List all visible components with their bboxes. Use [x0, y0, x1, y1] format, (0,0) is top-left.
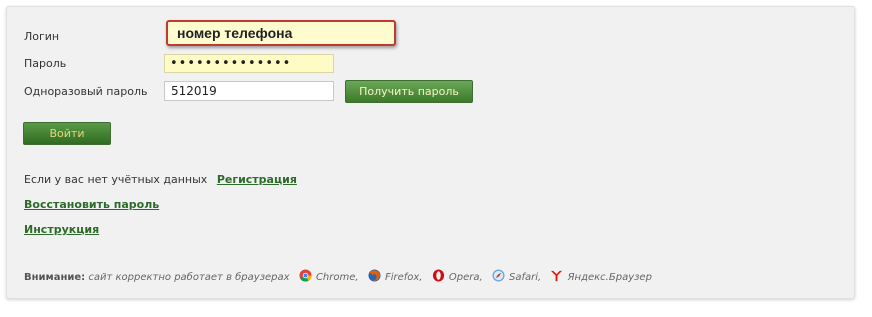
browser-opera: Opera,	[448, 272, 483, 283]
opera-icon	[432, 269, 444, 282]
firefox-icon	[368, 269, 381, 282]
notice-text: сайт корректно работает в браузерах	[88, 272, 290, 283]
browser-notice: Внимание: сайт корректно работает в брау…	[24, 269, 652, 283]
chrome-icon	[299, 269, 312, 282]
no-account-text: Если у вас нет учётных данных	[24, 173, 208, 186]
register-link[interactable]: Регистрация	[217, 173, 297, 186]
safari-icon	[492, 269, 505, 282]
yandex-browser-icon	[551, 270, 563, 282]
register-row: Если у вас нет учётных данных Регистраци…	[24, 173, 297, 186]
get-password-button[interactable]: Получить пароль	[345, 80, 473, 103]
browser-yandex: Яндекс.Браузер	[567, 272, 652, 283]
login-input[interactable]	[166, 20, 396, 46]
password-label: Пароль	[24, 57, 67, 70]
login-label: Логин	[24, 30, 60, 43]
otp-label: Одноразовый пароль	[24, 85, 148, 98]
instructions-link[interactable]: Инструкция	[24, 223, 99, 236]
password-input[interactable]: ••••••••••••••	[164, 54, 334, 73]
otp-input[interactable]	[164, 81, 334, 101]
browser-chrome: Chrome,	[315, 272, 359, 283]
browser-safari: Safari,	[509, 272, 542, 283]
browser-firefox: Firefox,	[384, 272, 423, 283]
login-button[interactable]: Войти	[23, 122, 111, 145]
notice-title: Внимание:	[24, 272, 86, 283]
restore-password-link[interactable]: Восстановить пароль	[24, 198, 159, 211]
login-panel: Логин Пароль •••••••••••••• Одноразовый …	[6, 6, 855, 299]
